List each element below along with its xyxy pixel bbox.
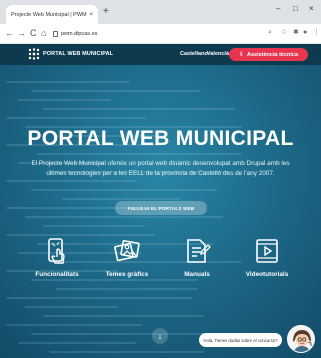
images-icon [114, 240, 140, 262]
technical-assistance-button[interactable]: ⇩ Assistència tècnica [229, 48, 308, 61]
browse-portals-button[interactable]: FULLEJA EL PORTALS WEB [115, 201, 207, 215]
scroll-down-icon[interactable]: ↓ [152, 328, 168, 344]
feature-label: Manuals [184, 271, 210, 278]
menu-icon[interactable]: ⋮ [313, 29, 320, 37]
feature-label: Temes gràfics [105, 271, 149, 278]
feature-temes-grafics[interactable]: Temes gràfics [92, 237, 162, 278]
feature-videotutorials[interactable]: Videotutorials [232, 237, 302, 278]
document-edit-icon [187, 239, 211, 263]
lang-valencia-link[interactable]: Valencià [207, 51, 229, 57]
hero-title: PORTAL WEB MUNICIPAL [27, 127, 294, 150]
new-tab-button[interactable]: + [103, 7, 109, 17]
feature-manuals[interactable]: Manuals [162, 237, 232, 278]
feature-label: Funcionalitats [35, 271, 79, 278]
close-window-button[interactable]: × [309, 5, 314, 13]
minimize-button[interactable]: – [276, 5, 280, 13]
chat-avatar[interactable] [287, 325, 315, 353]
tab-close-icon[interactable]: × [89, 12, 93, 18]
download-icon: ⇩ [238, 52, 244, 58]
url-field[interactable]: pwm.dipcas.es [53, 28, 263, 40]
back-button[interactable]: ← [5, 28, 14, 38]
lock-icon [53, 31, 58, 37]
forward-button[interactable]: → [17, 28, 26, 38]
chat-bubble[interactable]: Hola, Tienes dudas sobre el concurso? [199, 333, 282, 347]
feature-label: Videotutorials [245, 271, 289, 278]
site-header: PORTAL WEB MUNICIPAL Castellano Valencià… [0, 44, 321, 65]
browser-tab-bar: Projecte Web Municipal | PWM × + – □ × [0, 0, 321, 24]
web-page: PORTAL WEB MUNICIPAL Castellano Valencià… [0, 44, 321, 358]
lang-castellano-link[interactable]: Castellano [180, 51, 208, 57]
zoom-icon[interactable]: ⌕ [268, 29, 272, 37]
maximize-button[interactable]: □ [293, 5, 298, 13]
feature-funcionalitats[interactable]: Funcionalitats [22, 237, 92, 278]
tab-title: Projecte Web Municipal | PWM [11, 11, 87, 18]
extension-icon[interactable]: ✱ [293, 29, 299, 37]
portal-logo-icon[interactable] [28, 48, 40, 60]
assist-label: Assistència tècnica [246, 51, 299, 58]
url-text: pwm.dipcas.es [61, 31, 98, 37]
browser-tab[interactable]: Projecte Web Municipal | PWM × [6, 5, 98, 24]
assistant-avatar-icon [288, 326, 314, 352]
reload-button[interactable]: C [30, 28, 37, 38]
address-bar: ← → C ⌂ pwm.dipcas.es ⌕ ☆ ✱ ● ⋮ [0, 24, 321, 44]
hero-description: El Projecte Web Municipal ofereix un por… [31, 160, 290, 177]
home-button[interactable]: ⌂ [41, 28, 46, 38]
profile-icon[interactable]: ● [303, 29, 307, 37]
logo-text[interactable]: PORTAL WEB MUNICIPAL [43, 51, 113, 57]
star-icon[interactable]: ☆ [281, 29, 287, 37]
video-icon [256, 239, 278, 263]
touch-phone-icon [48, 238, 65, 264]
